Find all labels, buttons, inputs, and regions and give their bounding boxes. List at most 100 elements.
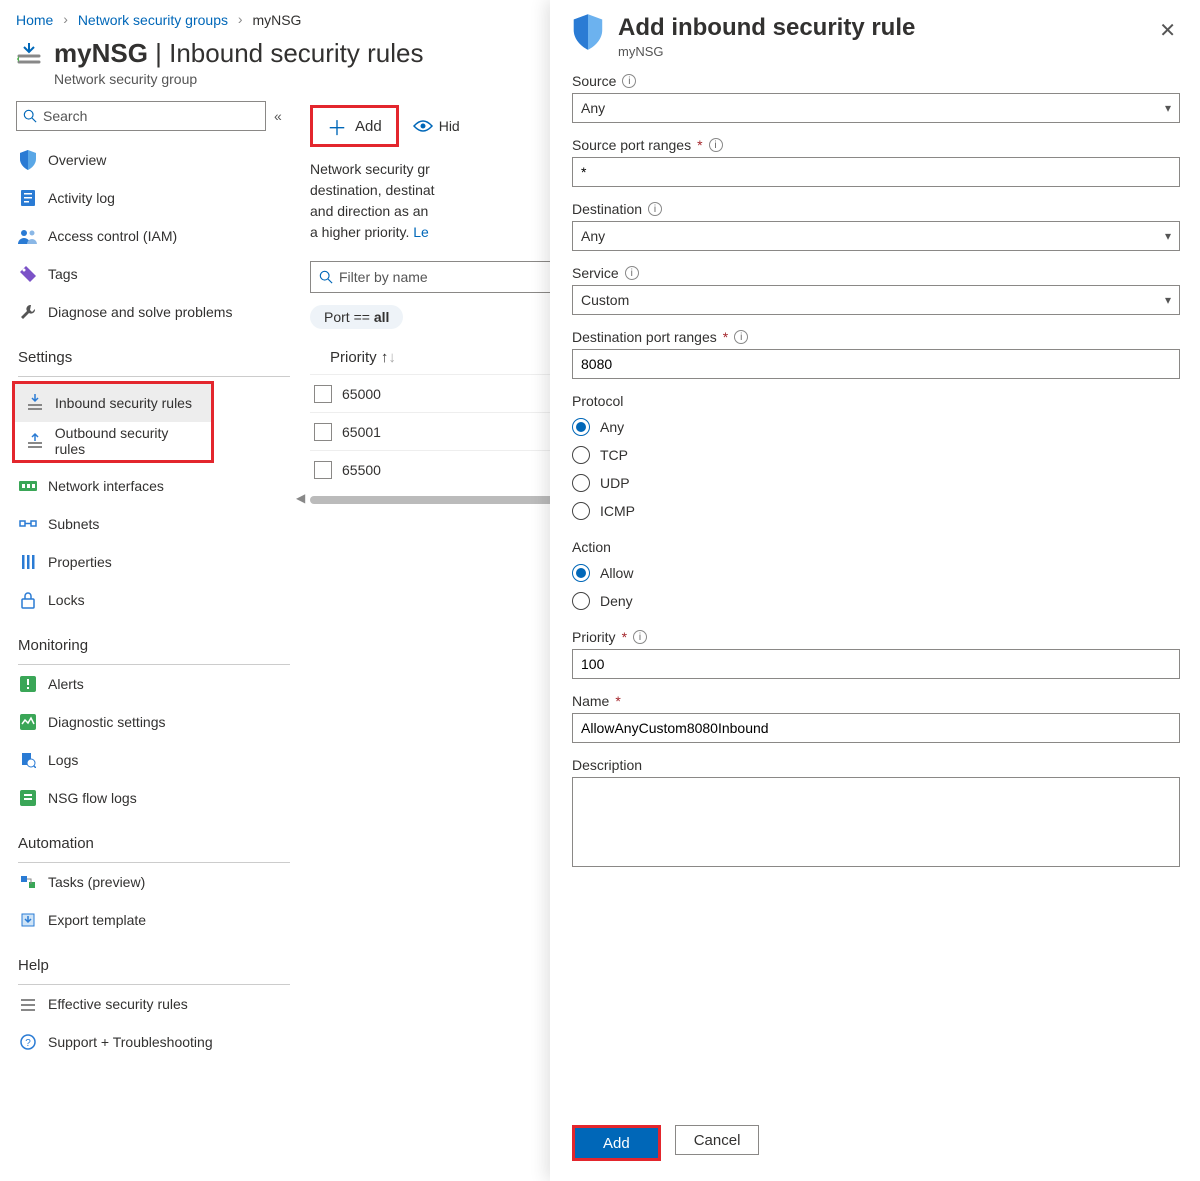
cell-priority: 65001 [342, 424, 381, 440]
nav-subnets[interactable]: Subnets [8, 505, 300, 543]
lock-icon [18, 591, 38, 609]
nav-effective-rules[interactable]: Effective security rules [8, 985, 300, 1023]
panel-cancel-button[interactable]: Cancel [675, 1125, 760, 1155]
action-deny-radio[interactable]: Deny [572, 587, 1180, 615]
filter-chip-port[interactable]: Port == all [310, 305, 403, 329]
outbound-rule-icon [25, 432, 45, 450]
action-allow-radio[interactable]: Allow [572, 559, 1180, 587]
label-dest-ports: Destination port ranges [572, 329, 717, 345]
rules-icon [18, 996, 38, 1012]
nav-section-help: Help [8, 939, 300, 980]
info-icon[interactable]: i [734, 330, 748, 344]
tasks-icon [18, 874, 38, 890]
name-input[interactable] [572, 713, 1180, 743]
radio-icon [572, 592, 590, 610]
priority-input[interactable] [572, 649, 1180, 679]
nic-icon [18, 479, 38, 493]
nav-section-monitoring: Monitoring [8, 619, 300, 660]
breadcrumb-nsg-list[interactable]: Network security groups [78, 12, 228, 28]
nav-label: Support + Troubleshooting [48, 1034, 213, 1050]
nav-section-automation: Automation [8, 817, 300, 858]
info-icon[interactable]: i [633, 630, 647, 644]
protocol-tcp-radio[interactable]: TCP [572, 441, 1180, 469]
diag-icon [18, 714, 38, 730]
panel-add-button[interactable]: Add [575, 1128, 658, 1158]
inbound-rules-icon [16, 38, 42, 68]
radio-icon [572, 446, 590, 464]
destination-select[interactable]: Any▾ [572, 221, 1180, 251]
radio-icon [572, 474, 590, 492]
source-ports-input[interactable] [572, 157, 1180, 187]
nav-label: Effective security rules [48, 996, 188, 1012]
close-button[interactable]: ✕ [1155, 14, 1180, 47]
breadcrumb-home[interactable]: Home [16, 12, 53, 28]
nav-label: Properties [48, 554, 112, 570]
nav-alerts[interactable]: Alerts [8, 665, 300, 703]
inbound-rule-icon [25, 394, 45, 412]
shield-icon [18, 150, 38, 170]
info-icon[interactable]: i [622, 74, 636, 88]
eye-icon [413, 119, 433, 133]
nav-network-interfaces[interactable]: Network interfaces [8, 467, 300, 505]
nav-tasks[interactable]: Tasks (preview) [8, 863, 300, 901]
protocol-icmp-radio[interactable]: ICMP [572, 497, 1180, 525]
alert-icon [18, 676, 38, 692]
add-rule-panel: Add inbound security rule myNSG ✕ Source… [550, 0, 1200, 1181]
nav-label: Subnets [48, 516, 99, 532]
nav-diagnose[interactable]: Diagnose and solve problems [8, 293, 300, 331]
nav-inbound-rules[interactable]: Inbound security rules [15, 384, 211, 422]
source-select[interactable]: Any▾ [572, 93, 1180, 123]
nav-logs[interactable]: Logs [8, 741, 300, 779]
dest-ports-input[interactable] [572, 349, 1180, 379]
nav-flow-logs[interactable]: NSG flow logs [8, 779, 300, 817]
checkbox[interactable] [314, 461, 332, 479]
divider [18, 376, 290, 377]
label-source: Source [572, 73, 616, 89]
nav-export-template[interactable]: Export template [8, 901, 300, 939]
nav-overview[interactable]: Overview [8, 141, 300, 179]
nav-label: NSG flow logs [48, 790, 137, 806]
panel-subtitle: myNSG [618, 44, 1141, 59]
nav-label: Activity log [48, 190, 115, 206]
radio-icon [572, 418, 590, 436]
checkbox[interactable] [314, 385, 332, 403]
wrench-icon [18, 303, 38, 321]
sidebar-search[interactable]: Search [16, 101, 266, 131]
service-select[interactable]: Custom▾ [572, 285, 1180, 315]
label-service: Service [572, 265, 619, 281]
label-description: Description [572, 757, 642, 773]
nav-label: Overview [48, 152, 106, 168]
protocol-any-radio[interactable]: Any [572, 413, 1180, 441]
nav-tags[interactable]: Tags [8, 255, 300, 293]
add-rule-button[interactable]: ＋ Add [313, 108, 396, 144]
sidebar: Search « Overview Activity log Access co… [0, 97, 300, 1061]
hide-defaults-button[interactable]: Hid [413, 118, 460, 134]
label-name: Name [572, 693, 609, 709]
protocol-udp-radio[interactable]: UDP [572, 469, 1180, 497]
nav-iam[interactable]: Access control (IAM) [8, 217, 300, 255]
info-icon[interactable]: i [709, 138, 723, 152]
nav-label: Tags [48, 266, 78, 282]
nav-support[interactable]: ? Support + Troubleshooting [8, 1023, 300, 1061]
subnet-icon [18, 517, 38, 531]
search-icon [319, 270, 333, 284]
nav-activity-log[interactable]: Activity log [8, 179, 300, 217]
placeholder-text: Filter by name [339, 269, 428, 285]
nav-locks[interactable]: Locks [8, 581, 300, 619]
people-icon [18, 228, 38, 244]
breadcrumb-current: myNSG [252, 12, 301, 28]
properties-icon [18, 554, 38, 570]
cell-priority: 65500 [342, 462, 381, 478]
nav-label: Tasks (preview) [48, 874, 145, 890]
learn-more-link[interactable]: Le [413, 224, 429, 240]
info-icon[interactable]: i [625, 266, 639, 280]
checkbox[interactable] [314, 423, 332, 441]
chevron-right-icon: › [63, 11, 68, 27]
collapse-sidebar-icon[interactable]: « [274, 108, 282, 124]
nav-outbound-rules[interactable]: Outbound security rules [15, 422, 211, 460]
info-icon[interactable]: i [648, 202, 662, 216]
nav-properties[interactable]: Properties [8, 543, 300, 581]
description-textarea[interactable] [572, 777, 1180, 867]
nav-label: Access control (IAM) [48, 228, 177, 244]
nav-diagnostic-settings[interactable]: Diagnostic settings [8, 703, 300, 741]
